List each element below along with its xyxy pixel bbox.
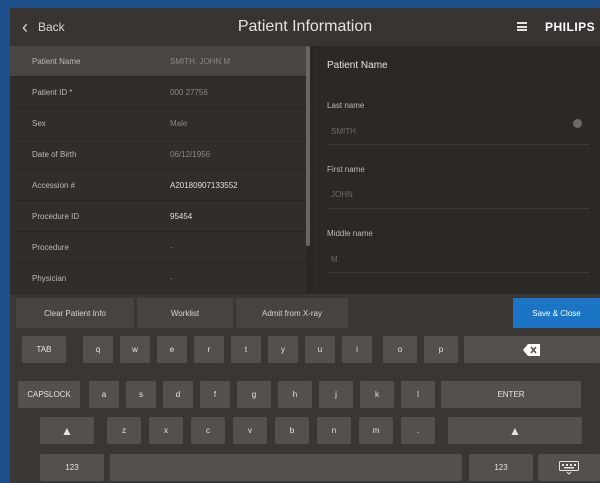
key-a[interactable]: a: [89, 381, 119, 408]
divider: [327, 144, 589, 145]
middle-name-label: Middle name: [327, 229, 373, 238]
field-value: 95454: [170, 211, 193, 221]
field-value: Male: [170, 118, 188, 128]
key-f[interactable]: f: [200, 381, 230, 408]
first-name-label: First name: [327, 165, 365, 174]
field-label: Date of Birth: [32, 149, 77, 159]
app-frame: ‹ Back Patient Information PHILIPS Patie…: [10, 8, 600, 483]
editor-title: Patient Name: [327, 60, 388, 71]
on-screen-keyboard: TAB q w e r t y u i o p CAPSLOCK a s d f…: [10, 330, 600, 483]
back-button[interactable]: ‹ Back: [10, 18, 130, 36]
scrollbar-thumb[interactable]: [306, 46, 310, 246]
key-i[interactable]: i: [342, 336, 372, 363]
header-bar: ‹ Back Patient Information PHILIPS: [10, 8, 600, 46]
key-123-left[interactable]: 123: [40, 454, 104, 481]
key-n[interactable]: n: [317, 417, 351, 444]
field-label: Procedure: [32, 242, 69, 252]
key-h[interactable]: h: [278, 381, 312, 408]
field-label: Patient ID *: [32, 87, 73, 97]
field-value: -: [170, 273, 173, 283]
clear-patient-info-button[interactable]: Clear Patient Info: [16, 298, 134, 328]
backspace-icon: [523, 343, 540, 356]
key-y[interactable]: y: [268, 336, 298, 363]
field-row-physician[interactable]: Physician -: [10, 263, 306, 294]
key-enter[interactable]: ENTER: [441, 381, 581, 408]
keyboard-icon: [559, 460, 579, 475]
shift-arrow-icon: ▲: [61, 423, 73, 438]
hide-keyboard-key[interactable]: [538, 454, 600, 481]
field-row-patient-name[interactable]: Patient Name SMITH, JOHN M: [10, 46, 306, 77]
middle-name-field[interactable]: M: [331, 255, 338, 264]
clear-field-icon[interactable]: [573, 119, 582, 128]
field-row-patient-id[interactable]: Patient ID * 000 27756: [10, 77, 306, 108]
divider: [327, 208, 589, 209]
save-close-button[interactable]: Save & Close: [513, 298, 600, 328]
admit-from-xray-button[interactable]: Admit from X-ray: [236, 298, 348, 328]
brand-logo: PHILIPS: [545, 20, 596, 34]
field-label: Procedure ID: [32, 211, 80, 221]
key-t[interactable]: t: [231, 336, 261, 363]
key-x[interactable]: x: [149, 417, 183, 444]
key-k[interactable]: k: [360, 381, 394, 408]
field-value: 000 27756: [170, 87, 208, 97]
key-q[interactable]: q: [83, 336, 113, 363]
key-v[interactable]: v: [233, 417, 267, 444]
key-m[interactable]: m: [359, 417, 393, 444]
back-label: Back: [38, 20, 65, 34]
field-value: 06/12/1956: [170, 149, 211, 159]
shift-arrow-icon: ▲: [509, 423, 521, 438]
key-r[interactable]: r: [194, 336, 224, 363]
field-label: Physician: [32, 273, 67, 283]
key-period[interactable]: .: [401, 417, 435, 444]
key-d[interactable]: d: [163, 381, 193, 408]
first-name-field[interactable]: JOHN: [331, 190, 353, 199]
action-bar: Clear Patient Info Worklist Admit from X…: [10, 294, 600, 330]
key-o[interactable]: o: [383, 336, 417, 363]
field-row-procedure[interactable]: Procedure -: [10, 232, 306, 263]
field-row-accession[interactable]: Accession # A20180907133552: [10, 170, 306, 201]
field-label: Patient Name: [32, 56, 81, 66]
key-e[interactable]: e: [157, 336, 187, 363]
key-b[interactable]: b: [275, 417, 309, 444]
field-value: -: [170, 242, 173, 252]
list-scrollbar[interactable]: [306, 46, 310, 294]
key-z[interactable]: z: [107, 417, 141, 444]
field-label: Accession #: [32, 180, 76, 190]
space-bar[interactable]: [110, 454, 462, 481]
last-name-label: Last name: [327, 101, 365, 110]
field-value: SMITH, JOHN M: [170, 56, 230, 66]
field-label: Sex: [32, 118, 46, 128]
field-row-procedure-id[interactable]: Procedure ID 95454: [10, 201, 306, 232]
key-g[interactable]: g: [237, 381, 271, 408]
divider: [327, 272, 589, 273]
field-row-date-of-birth[interactable]: Date of Birth 06/12/1956: [10, 139, 306, 170]
key-l[interactable]: l: [401, 381, 435, 408]
key-tab[interactable]: TAB: [22, 336, 66, 363]
patient-field-list: Patient Name SMITH, JOHN M Patient ID * …: [10, 46, 306, 294]
shift-key-right[interactable]: ▲: [448, 417, 582, 444]
menu-icon[interactable]: [517, 22, 527, 31]
chevron-left-icon: ‹: [22, 17, 28, 37]
last-name-field[interactable]: SMITH: [331, 127, 356, 136]
field-value: A20180907133552: [170, 180, 238, 190]
key-c[interactable]: c: [191, 417, 225, 444]
key-capslock[interactable]: CAPSLOCK: [18, 381, 80, 408]
key-j[interactable]: j: [319, 381, 353, 408]
worklist-button[interactable]: Worklist: [137, 298, 233, 328]
key-s[interactable]: s: [126, 381, 156, 408]
key-p[interactable]: p: [424, 336, 458, 363]
key-w[interactable]: w: [120, 336, 150, 363]
key-123-right[interactable]: 123: [469, 454, 533, 481]
patient-name-editor: Patient Name Last name SMITH First name …: [313, 46, 600, 294]
shift-key-left[interactable]: ▲: [40, 417, 94, 444]
key-u[interactable]: u: [305, 336, 335, 363]
field-row-sex[interactable]: Sex Male: [10, 108, 306, 139]
backspace-key[interactable]: [464, 336, 600, 363]
